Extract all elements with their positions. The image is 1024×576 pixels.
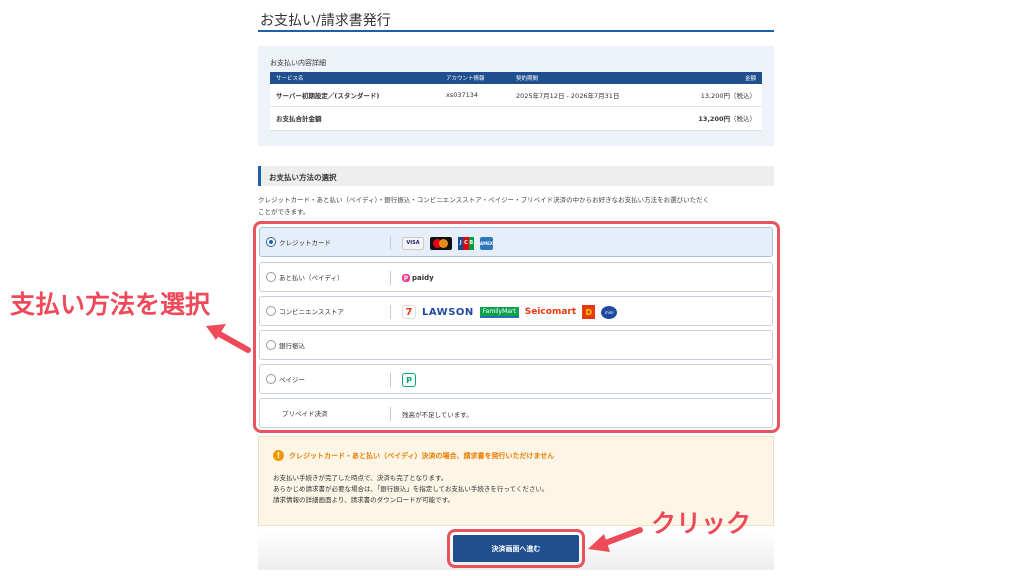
arrow-to-button-icon: [588, 527, 643, 552]
page: お支払い/請求書発行 お支払い内容詳細 サービス名 アカウント情報 契約期間 金…: [0, 0, 1024, 576]
arrow-to-options-icon: [206, 324, 251, 353]
annotation-arrows: [206, 324, 643, 552]
